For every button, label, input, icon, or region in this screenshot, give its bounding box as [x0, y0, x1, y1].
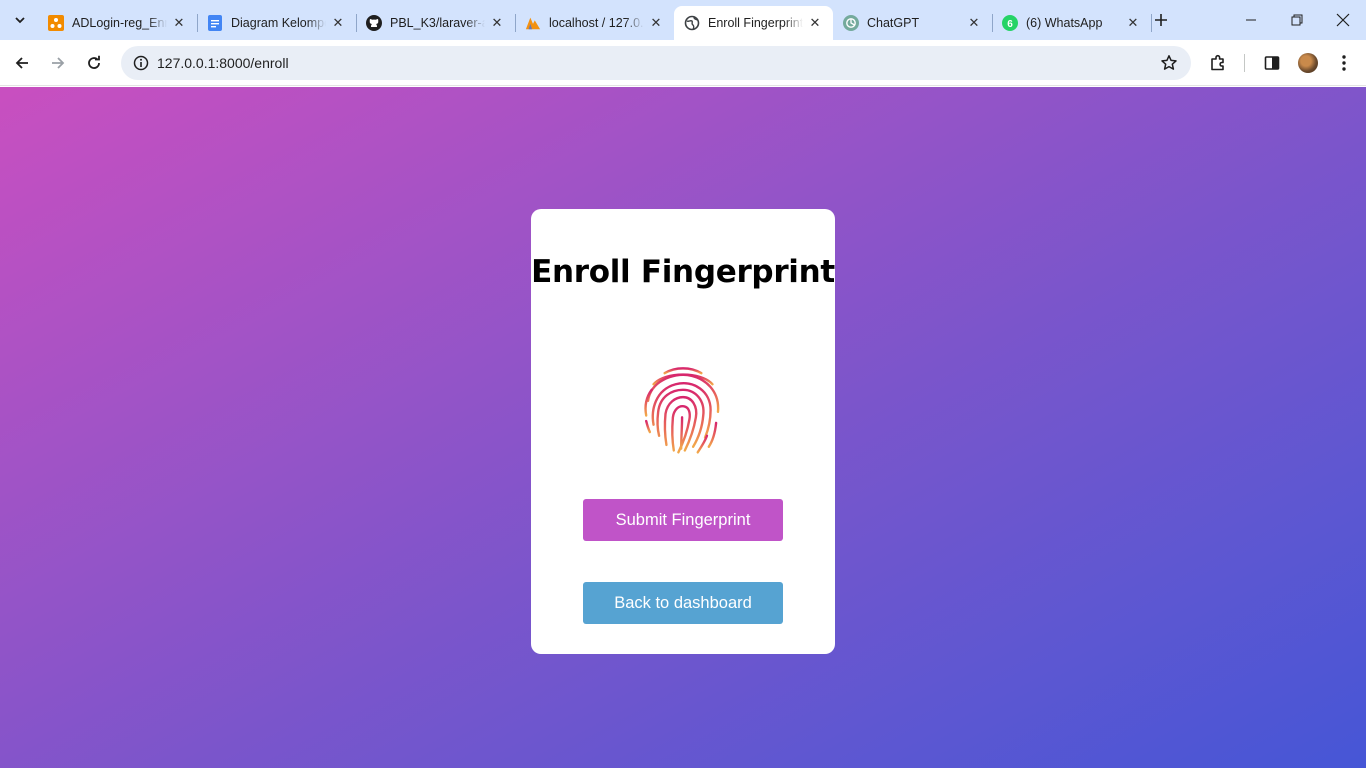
kebab-menu-icon[interactable]: [1330, 49, 1358, 77]
close-icon[interactable]: ✕: [648, 15, 664, 31]
tab-chatgpt[interactable]: ChatGPT ✕: [833, 6, 993, 40]
tab-search-chevron-icon[interactable]: [8, 8, 32, 32]
docs-icon: [207, 15, 223, 31]
globe-icon: [684, 15, 700, 31]
close-icon[interactable]: ✕: [807, 15, 823, 31]
close-icon[interactable]: ✕: [966, 15, 982, 31]
browser-toolbar: 127.0.0.1:8000/enroll: [0, 40, 1366, 86]
phpmyadmin-icon: [525, 15, 541, 31]
tab-title: Diagram Kelompok: [231, 16, 326, 30]
new-tab-button[interactable]: [1148, 8, 1174, 32]
reload-icon[interactable]: [80, 49, 108, 77]
submit-fingerprint-button[interactable]: Submit Fingerprint: [583, 499, 783, 541]
chatgpt-icon: [843, 15, 859, 31]
profile-avatar[interactable]: [1294, 49, 1322, 77]
close-icon[interactable]: ✕: [489, 15, 505, 31]
close-icon[interactable]: ✕: [1125, 15, 1141, 31]
minimize-icon[interactable]: [1228, 0, 1274, 40]
github-icon: [366, 15, 382, 31]
tab-title: PBL_K3/laraver-app: [390, 16, 485, 30]
url-text[interactable]: 127.0.0.1:8000/enroll: [157, 46, 289, 80]
tab-whatsapp[interactable]: 6 (6) WhatsApp ✕: [992, 6, 1152, 40]
tab-github[interactable]: PBL_K3/laraver-app ✕: [356, 6, 516, 40]
enroll-card: Enroll Fingerprint Submit Fingerprint Ba…: [531, 209, 835, 654]
tab-diagram[interactable]: Diagram Kelompok ✕: [197, 6, 357, 40]
whatsapp-badge: 6: [1007, 19, 1013, 30]
site-info-icon[interactable]: [129, 51, 153, 75]
close-icon[interactable]: ✕: [330, 15, 346, 31]
tab-title: Enroll Fingerprint: [708, 16, 803, 30]
back-arrow-icon[interactable]: [8, 49, 36, 77]
tab-title: (6) WhatsApp: [1026, 16, 1103, 30]
side-panel-icon[interactable]: [1258, 49, 1286, 77]
tab-title: ADLogin-reg_Enroll: [72, 16, 167, 30]
address-bar[interactable]: 127.0.0.1:8000/enroll: [121, 46, 1191, 80]
bookmark-star-icon[interactable]: [1157, 51, 1181, 75]
page-background: Enroll Fingerprint Submit Fingerprint Ba…: [0, 87, 1366, 768]
tab-adlogin[interactable]: ADLogin-reg_Enroll ✕: [38, 6, 198, 40]
close-window-icon[interactable]: [1320, 0, 1366, 40]
extensions-puzzle-icon[interactable]: [1204, 49, 1232, 77]
close-icon[interactable]: ✕: [171, 15, 187, 31]
whatsapp-icon: 6: [1002, 15, 1018, 31]
forward-arrow-icon[interactable]: [44, 49, 72, 77]
tab-list: ADLogin-reg_Enroll ✕ Diagram Kelompok ✕ …: [38, 6, 1152, 40]
back-to-dashboard-button[interactable]: Back to dashboard: [583, 582, 783, 624]
page-title: Enroll Fingerprint: [531, 254, 835, 290]
avatar: [1298, 53, 1318, 73]
restore-icon[interactable]: [1274, 0, 1320, 40]
tab-title: localhost / 127.0.0.1: [549, 16, 644, 30]
app-icon-orange: [48, 15, 64, 31]
tab-phpmyadmin[interactable]: localhost / 127.0.0.1 ✕: [515, 6, 674, 40]
tab-strip: ADLogin-reg_Enroll ✕ Diagram Kelompok ✕ …: [0, 0, 1366, 40]
tab-title: ChatGPT: [867, 16, 920, 30]
toolbar-divider: [1244, 54, 1245, 72]
fingerprint-icon: [644, 367, 720, 454]
tab-enroll-fingerprint[interactable]: Enroll Fingerprint ✕: [674, 6, 833, 40]
